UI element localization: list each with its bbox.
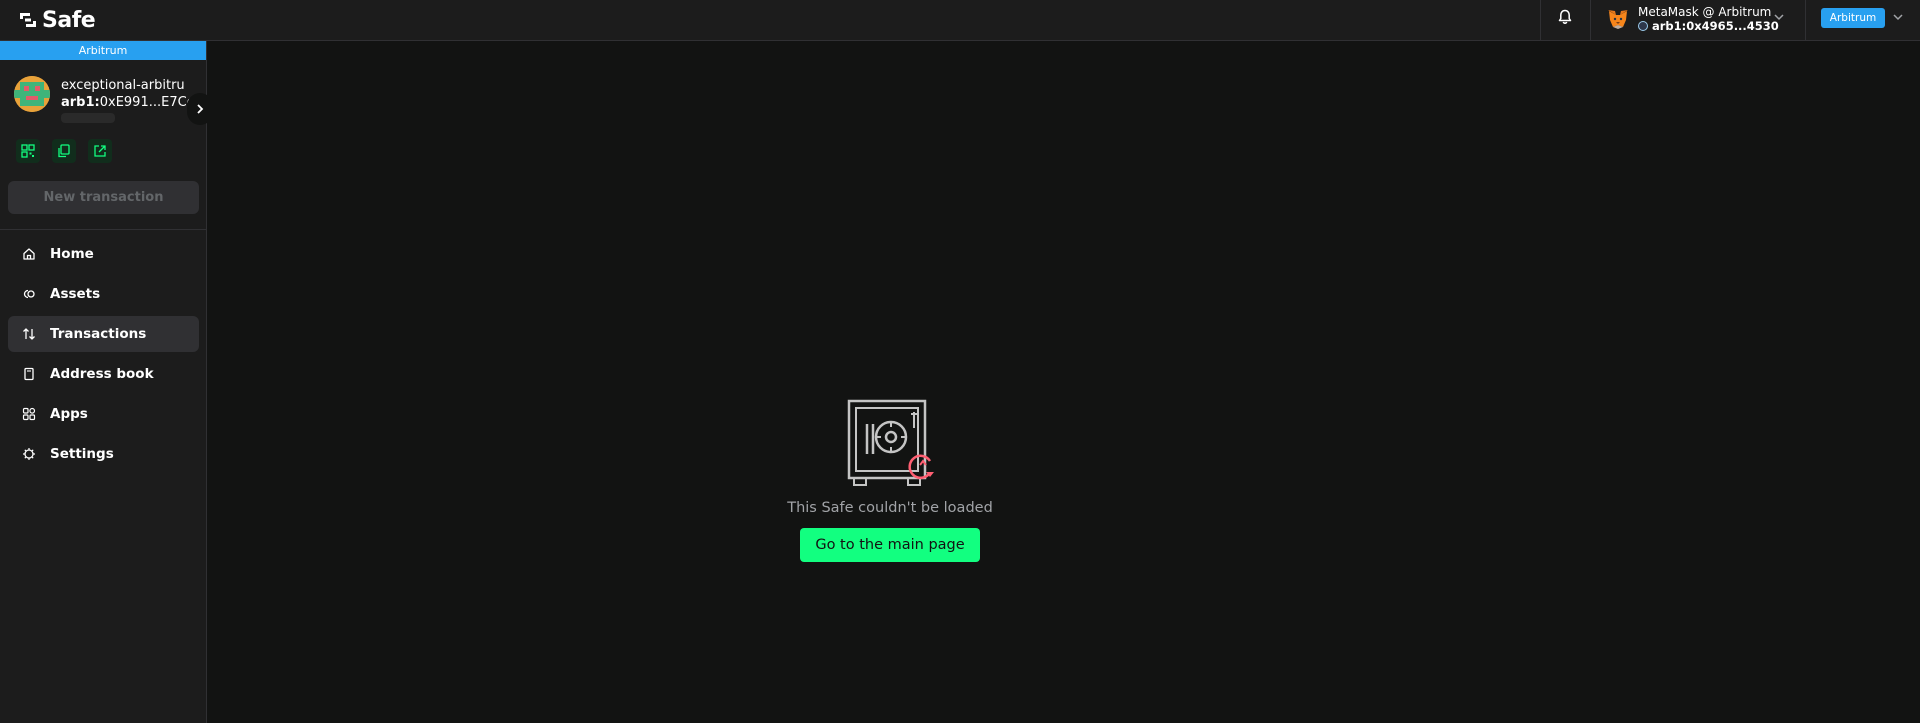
wallet-address: arb1:0x4965...4530 (1638, 19, 1779, 33)
address-book-icon (24, 367, 34, 381)
copy-address-button[interactable] (52, 139, 76, 163)
sidebar-item-address-book[interactable]: Address book (8, 356, 199, 392)
error-state: This Safe couldn't be loaded Go to the m… (745, 398, 1035, 562)
header-divider (1540, 0, 1541, 40)
sidebar-item-label: Apps (50, 406, 88, 422)
sidebar-item-home[interactable]: Home (8, 236, 199, 272)
sidebar-item-label: Address book (50, 366, 154, 382)
go-to-main-page-button[interactable]: Go to the main page (800, 528, 980, 562)
main-content (208, 41, 1920, 723)
copy-icon (58, 144, 70, 158)
header-divider (1590, 0, 1591, 40)
safe-avatar (14, 76, 50, 112)
sidebar-item-label: Transactions (50, 326, 147, 342)
home-icon (23, 248, 35, 260)
safe-name: exceptional-arbitru... (61, 78, 186, 93)
sidebar-item-label: Settings (50, 446, 114, 462)
safe-logo[interactable]: Safe (18, 6, 96, 34)
safe-vault-illustration (847, 399, 934, 486)
notification-bell-icon[interactable] (1556, 8, 1574, 26)
wallet-address-text: arb1:0x4965...4530 (1652, 19, 1779, 33)
assets-icon (23, 289, 35, 299)
new-transaction-button[interactable]: New transaction (8, 181, 199, 214)
error-message: This Safe couldn't be loaded (787, 500, 993, 516)
sidebar-item-apps[interactable]: Apps (8, 396, 199, 432)
qr-code-icon (21, 144, 35, 158)
top-bar: Safe MetaMask @ Arbitrum arb1:0x4965...4… (0, 0, 1920, 41)
sidebar-item-settings[interactable]: Settings (8, 436, 199, 472)
settings-icon (23, 448, 35, 460)
transactions-icon (23, 328, 35, 340)
chevron-down-icon[interactable] (1891, 10, 1905, 24)
balance-skeleton (61, 113, 115, 123)
sidebar-item-label: Home (50, 246, 94, 262)
chain-prefix: arb1: (61, 95, 100, 110)
sidebar-item-transactions[interactable]: Transactions (8, 316, 199, 352)
external-link-icon (94, 145, 106, 157)
chevron-right-icon (197, 104, 204, 114)
chevron-down-icon[interactable] (1772, 10, 1786, 24)
metamask-fox-icon (1608, 10, 1628, 29)
sidebar-item-assets[interactable]: Assets (8, 276, 199, 312)
network-selector-button[interactable]: Arbitrum (1821, 8, 1885, 28)
header-divider (1805, 0, 1806, 40)
logo-text: Safe (42, 7, 96, 33)
arbitrum-chain-icon (1638, 21, 1648, 31)
sidebar-item-label: Assets (50, 286, 101, 302)
sidebar-nav: Home Assets Transactions Address book Ap… (8, 236, 199, 476)
chain-indicator: Arbitrum (0, 41, 206, 60)
sidebar-divider (0, 229, 207, 230)
qr-code-button[interactable] (16, 139, 40, 163)
sidebar: Arbitrum exceptional-arbitru... arb1:0xE… (0, 41, 213, 723)
open-explorer-button[interactable] (88, 139, 112, 163)
safe-header: exceptional-arbitru... arb1:0xE991...E7C… (14, 76, 204, 126)
safe-address: arb1:0xE991...E7Ce (61, 95, 195, 110)
safe-address-text: 0xE991...E7Ce (99, 95, 195, 110)
apps-icon (22, 407, 36, 421)
wallet-name: MetaMask @ Arbitrum (1638, 5, 1772, 19)
safe-logo-icon (20, 13, 36, 27)
